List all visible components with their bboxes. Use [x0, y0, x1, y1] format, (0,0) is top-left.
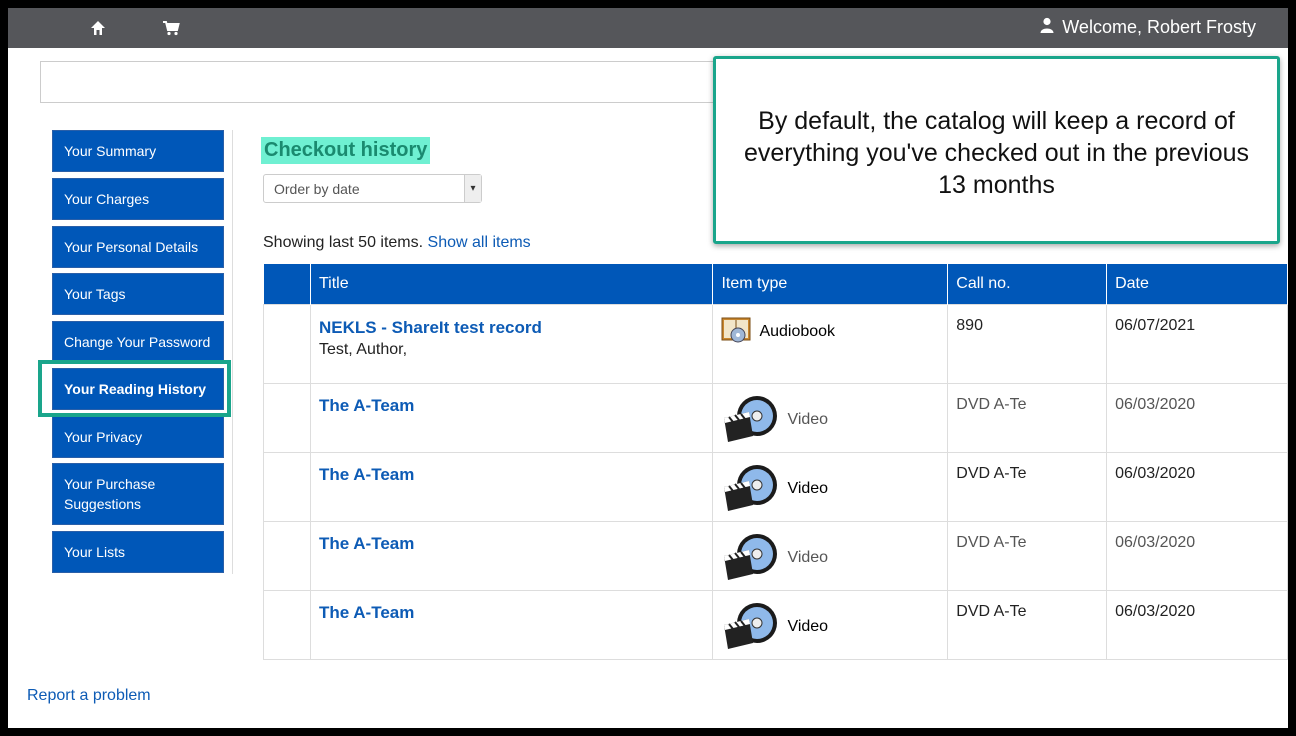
call-no-cell: DVD A-Te: [947, 520, 1108, 591]
order-select-value: Order by date: [274, 180, 360, 197]
date-cell: 06/03/2020: [1106, 382, 1288, 453]
cart-icon[interactable]: [162, 19, 180, 37]
call-no: 890: [956, 316, 983, 334]
sidebar-item-purchase-suggestions[interactable]: Your Purchase Suggestions: [52, 463, 224, 525]
item-type-label: Video: [787, 411, 829, 428]
item-type-label: Video: [787, 480, 829, 497]
account-sidebar: Your Summary Your Charges Your Personal …: [52, 130, 233, 574]
title-cell: The A-Team: [309, 520, 714, 591]
call-no-cell: DVD A-Te: [947, 451, 1108, 522]
item-type-cell: Video: [712, 520, 949, 591]
table-row: NEKLS - ShareIt test record Test, Author…: [263, 303, 1288, 384]
item-type-label: Audiobook: [759, 323, 836, 340]
title-cell: NEKLS - ShareIt test record Test, Author…: [309, 303, 714, 384]
welcome-menu[interactable]: Welcome, Robert Frosty: [1040, 17, 1256, 38]
item-type-cell: Video: [712, 589, 949, 660]
video-icon: [721, 392, 781, 449]
sidebar-item-change-password[interactable]: Change Your Password: [52, 321, 224, 363]
column-header-date[interactable]: Date: [1106, 264, 1288, 304]
column-header-select: [263, 264, 311, 304]
search-bar[interactable]: [40, 61, 741, 103]
table-row: The A-Team Video DVD A-Te 06/03/2020: [263, 451, 1288, 522]
home-icon[interactable]: [89, 19, 107, 37]
welcome-text: Welcome, Robert Frosty: [1062, 17, 1256, 37]
row-select-cell: [263, 520, 311, 591]
user-icon: [1040, 17, 1054, 38]
info-callout: By default, the catalog will keep a reco…: [713, 56, 1280, 244]
page-frame: Welcome, Robert Frosty Your Summary Your…: [8, 8, 1288, 728]
sidebar-item-tags[interactable]: Your Tags: [52, 273, 224, 315]
title-cell: The A-Team: [309, 451, 714, 522]
call-no: DVD A-Te: [956, 395, 1027, 413]
call-no: DVD A-Te: [956, 602, 1027, 620]
row-select-cell: [263, 303, 311, 384]
call-no: DVD A-Te: [956, 464, 1027, 482]
video-icon: [721, 461, 781, 518]
title-cell: The A-Team: [309, 589, 714, 660]
sidebar-item-personal-details[interactable]: Your Personal Details: [52, 226, 224, 268]
author-text: Test, Author,: [318, 340, 408, 358]
page-title: Checkout history: [261, 137, 431, 164]
show-all-link[interactable]: Show all items: [428, 234, 531, 251]
call-no-cell: 890: [947, 303, 1108, 384]
callout-text: By default, the catalog will keep a reco…: [743, 107, 1250, 199]
sidebar-item-charges[interactable]: Your Charges: [52, 178, 224, 220]
sidebar-item-lists[interactable]: Your Lists: [52, 531, 224, 573]
checkout-date: 06/03/2020: [1115, 395, 1196, 413]
column-header-call-no[interactable]: Call no.: [947, 264, 1108, 304]
item-type-cell: Video: [712, 451, 949, 522]
title-link[interactable]: The A-Team: [319, 534, 704, 554]
report-problem-link[interactable]: Report a problem: [27, 687, 151, 705]
row-select-cell: [263, 382, 311, 453]
title-link[interactable]: The A-Team: [319, 465, 704, 485]
title-link[interactable]: The A-Team: [319, 603, 704, 623]
call-no-cell: DVD A-Te: [947, 382, 1108, 453]
sidebar-item-summary[interactable]: Your Summary: [52, 130, 224, 172]
showing-text: Showing last 50 items.: [263, 234, 424, 251]
order-select[interactable]: Order by date ▾: [263, 174, 482, 203]
title-link[interactable]: NEKLS - ShareIt test record: [319, 318, 704, 338]
table-row: The A-Team Video DVD A-Te 06/03/2020: [263, 382, 1288, 453]
item-type-cell: Video: [712, 382, 949, 453]
checkout-date: 06/03/2020: [1115, 602, 1196, 620]
checkout-date: 06/07/2021: [1115, 316, 1196, 334]
checkout-date: 06/03/2020: [1115, 533, 1196, 551]
video-icon: [721, 599, 781, 656]
column-header-item-type[interactable]: Item type: [712, 264, 949, 304]
sidebar-item-privacy[interactable]: Your Privacy: [52, 416, 224, 458]
date-cell: 06/07/2021: [1106, 303, 1288, 384]
chevron-down-icon: ▾: [464, 175, 481, 202]
call-no: DVD A-Te: [956, 533, 1027, 551]
date-cell: 06/03/2020: [1106, 589, 1288, 660]
item-type-cell: Audiobook: [712, 303, 949, 384]
date-cell: 06/03/2020: [1106, 451, 1288, 522]
table-row: The A-Team Video DVD A-Te 06/03/2020: [263, 589, 1288, 660]
table-header-row: Title Item type Call no. Date: [263, 264, 1288, 304]
row-select-cell: [263, 451, 311, 522]
date-cell: 06/03/2020: [1106, 520, 1288, 591]
item-type-label: Video: [787, 618, 829, 635]
active-item-highlight: [38, 360, 231, 417]
column-header-title[interactable]: Title: [310, 264, 714, 304]
checkout-date: 06/03/2020: [1115, 464, 1196, 482]
showing-count: Showing last 50 items. Show all items: [263, 234, 531, 252]
title-cell: The A-Team: [309, 382, 714, 453]
call-no-cell: DVD A-Te: [947, 589, 1108, 660]
row-select-cell: [263, 589, 311, 660]
title-link[interactable]: The A-Team: [319, 396, 704, 416]
top-bar: Welcome, Robert Frosty: [8, 8, 1288, 48]
audiobook-icon: [721, 316, 753, 349]
item-type-label: Video: [787, 549, 829, 566]
video-icon: [721, 530, 781, 587]
checkout-history-table: Title Item type Call no. Date NEKLS - Sh…: [263, 264, 1288, 660]
table-row: The A-Team Video DVD A-Te 06/03/2020: [263, 520, 1288, 591]
